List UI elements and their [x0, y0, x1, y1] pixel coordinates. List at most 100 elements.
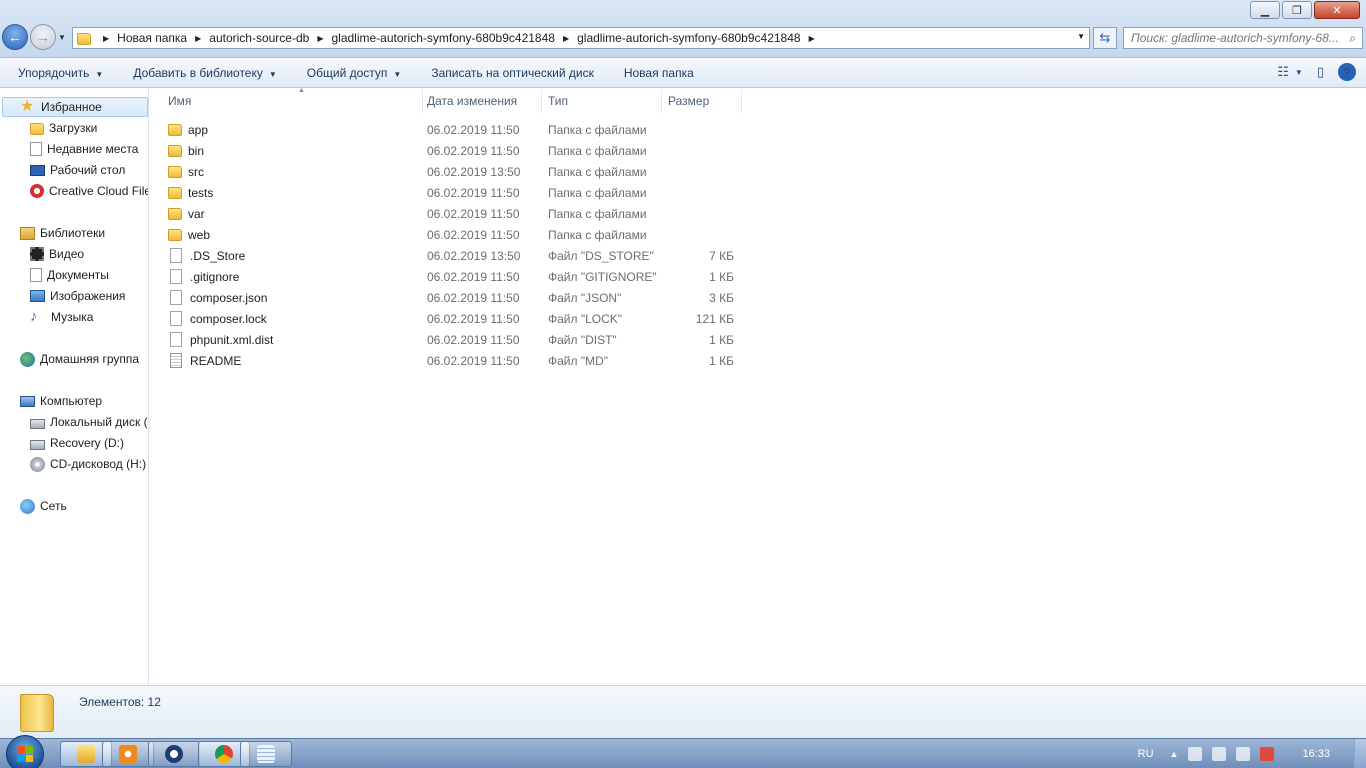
sidebar-item-label: Недавние места [47, 142, 139, 156]
sidebar-item-local-disk-c[interactable]: Локальный диск (C:) [30, 412, 148, 432]
column-header-size[interactable]: Размер [662, 89, 742, 113]
chevron-right-icon[interactable]: ▶ [103, 34, 109, 43]
file-size-cell: 1 КБ [709, 269, 734, 284]
file-date-cell: 06.02.2019 11:50 [427, 185, 520, 200]
power-icon[interactable] [1236, 747, 1251, 761]
breadcrumb-item[interactable]: gladlime-autorich-symfony-680b9c421848 [577, 31, 800, 45]
file-name-cell: composer.lock [168, 311, 267, 326]
file-date-cell: 06.02.2019 11:50 [427, 353, 520, 368]
taskbar-media-player[interactable] [102, 741, 154, 767]
language-indicator[interactable]: RU [1138, 748, 1154, 760]
column-header-name[interactable]: Имя ▲ [162, 87, 423, 113]
chevron-down-icon: ▼ [95, 69, 104, 79]
file-row[interactable]: .DS_Store 06.02.2019 13:50 Файл "DS_STORE"… [168, 245, 768, 266]
homegroup-icon [20, 351, 35, 367]
search-icon[interactable]: ⌕ [1349, 31, 1356, 46]
breadcrumb-item[interactable]: gladlime-autorich-symfony-680b9c421848 [331, 31, 554, 45]
sidebar-item-favorites[interactable]: ★ Избранное [2, 97, 148, 117]
file-type-cell: Файл "JSON" [548, 290, 622, 305]
forward-button[interactable]: → [30, 24, 56, 50]
breadcrumb-item[interactable]: autorich-source-db [209, 31, 309, 45]
sidebar-item-label: Изображения [50, 289, 126, 303]
sidebar-item-music[interactable]: ♪ Музыка [30, 307, 93, 327]
close-button[interactable]: ✕ [1314, 1, 1360, 19]
sidebar-item-libraries[interactable]: Библиотеки [20, 223, 105, 243]
minimize-button[interactable]: ▁ [1250, 1, 1280, 19]
chevron-right-icon[interactable]: ▶ [195, 34, 201, 43]
search-input[interactable] [1131, 31, 1341, 45]
sidebar-item-video[interactable]: Видео [30, 244, 84, 264]
chevron-right-icon[interactable]: ▶ [317, 34, 323, 43]
preview-pane-icon[interactable]: ▯ [1317, 64, 1324, 80]
file-row[interactable]: app 06.02.2019 11:50 Папка с файлами [168, 119, 768, 140]
file-row[interactable]: bin 06.02.2019 11:50 Папка с файлами [168, 140, 768, 161]
action-center-icon[interactable] [1260, 747, 1275, 761]
add-to-library-button[interactable]: Добавить в библиотеку ▼ [118, 66, 291, 80]
file-name: composer.json [190, 290, 268, 305]
view-controls: ☷ ▼ ▯ ? [1263, 63, 1356, 81]
share-label: Общий доступ [306, 65, 388, 80]
file-date-cell: 06.02.2019 11:50 [427, 269, 520, 284]
help-button[interactable]: ? [1338, 63, 1356, 81]
maximize-button[interactable]: ❐ [1282, 1, 1312, 19]
file-row[interactable]: phpunit.xml.dist 06.02.2019 11:50 Файл "DI… [168, 329, 768, 350]
sidebar-item-homegroup[interactable]: Домашняя группа [20, 349, 139, 369]
organize-button[interactable]: Упорядочить ▼ [0, 66, 118, 80]
sidebar-item-label: CD-дисковод (H:) [50, 457, 147, 471]
pictures-icon [30, 290, 45, 302]
search-box[interactable]: ⌕ [1123, 27, 1363, 49]
file-type-cell: Файл "GITIGNORE" [548, 269, 657, 284]
view-dropdown-icon[interactable]: ▼ [1295, 68, 1303, 77]
sidebar-item-label: Компьютер [40, 394, 103, 408]
address-bar[interactable]: ▶ Новая папка ▶ autorich-source-db ▶ gla… [72, 27, 1090, 49]
sidebar-item-label: Creative Cloud Files [49, 184, 149, 198]
file-type-cell: Папка с файлами [548, 227, 647, 242]
sidebar-item-downloads[interactable]: Загрузки [30, 118, 97, 138]
chevron-right-icon[interactable]: ▶ [563, 34, 569, 43]
sidebar-item-recovery-d[interactable]: Recovery (D:) [30, 433, 124, 453]
taskbar-sync-app[interactable] [148, 741, 200, 767]
show-desktop-button[interactable] [1354, 739, 1366, 768]
sidebar-item-documents[interactable]: Документы [30, 265, 109, 285]
file-row[interactable]: composer.json 06.02.2019 11:50 Файл "JSON"… [168, 287, 768, 308]
file-name: phpunit.xml.dist [190, 332, 274, 347]
file-row[interactable]: .gitignore 06.02.2019 11:50 Файл "GITIGNOR… [168, 266, 768, 287]
file-icon [170, 248, 182, 263]
sidebar-item-creative-cloud[interactable]: Creative Cloud Files [30, 181, 149, 201]
file-row[interactable]: var 06.02.2019 11:50 Папка с файлами [168, 203, 768, 224]
sidebar-item-network[interactable]: Сеть [20, 496, 67, 516]
column-header-date[interactable]: Дата изменения [421, 89, 542, 113]
clock[interactable]: 16:33 [1302, 748, 1330, 760]
share-button[interactable]: Общий доступ ▼ [292, 66, 417, 80]
file-row[interactable]: web 06.02.2019 11:50 Папка с файлами [168, 224, 768, 245]
file-row[interactable]: README 06.02.2019 11:50 Файл "MD" 1 КБ [168, 350, 768, 371]
file-row[interactable]: tests 06.02.2019 11:50 Папка с файлами [168, 182, 768, 203]
new-folder-button[interactable]: Новая папка [609, 66, 709, 80]
volume-icon[interactable] [1188, 747, 1203, 761]
breadcrumb-item[interactable]: Новая папка [117, 31, 187, 45]
file-name-cell: app [168, 123, 208, 137]
signal-icon[interactable] [1212, 747, 1227, 761]
recent-pages-dropdown[interactable]: ▼ [58, 33, 66, 42]
file-row[interactable]: src 06.02.2019 13:50 Папка с файлами [168, 161, 768, 182]
view-options-icon[interactable]: ☷ [1277, 64, 1289, 80]
sidebar-item-desktop[interactable]: Рабочий стол [30, 160, 125, 180]
taskbar-notepad[interactable] [240, 741, 292, 767]
chevron-right-icon[interactable]: ▶ [809, 34, 815, 43]
file-date-cell: 06.02.2019 11:50 [427, 311, 520, 326]
burn-disc-button[interactable]: Записать на оптический диск [416, 66, 609, 80]
refresh-button[interactable]: ⇆ [1093, 27, 1117, 49]
show-hidden-icons-icon[interactable]: ▲ [1170, 749, 1179, 759]
sidebar-item-computer[interactable]: Компьютер [20, 391, 102, 411]
sidebar-item-pictures[interactable]: Изображения [30, 286, 125, 306]
folder-icon [168, 207, 182, 220]
back-button[interactable]: ← [2, 24, 28, 50]
address-history-dropdown[interactable]: ▼ [1077, 32, 1085, 41]
sidebar-item-cd-drive-h[interactable]: CD-дисковод (H:) [30, 454, 146, 474]
start-button[interactable] [6, 735, 44, 768]
star-icon: ★ [20, 98, 35, 115]
column-header-type[interactable]: Тип [542, 89, 662, 113]
sidebar-item-recent-places[interactable]: Недавние места [30, 139, 138, 159]
file-date-cell: 06.02.2019 11:50 [427, 227, 520, 242]
file-row[interactable]: composer.lock 06.02.2019 11:50 Файл "LOCK"… [168, 308, 768, 329]
